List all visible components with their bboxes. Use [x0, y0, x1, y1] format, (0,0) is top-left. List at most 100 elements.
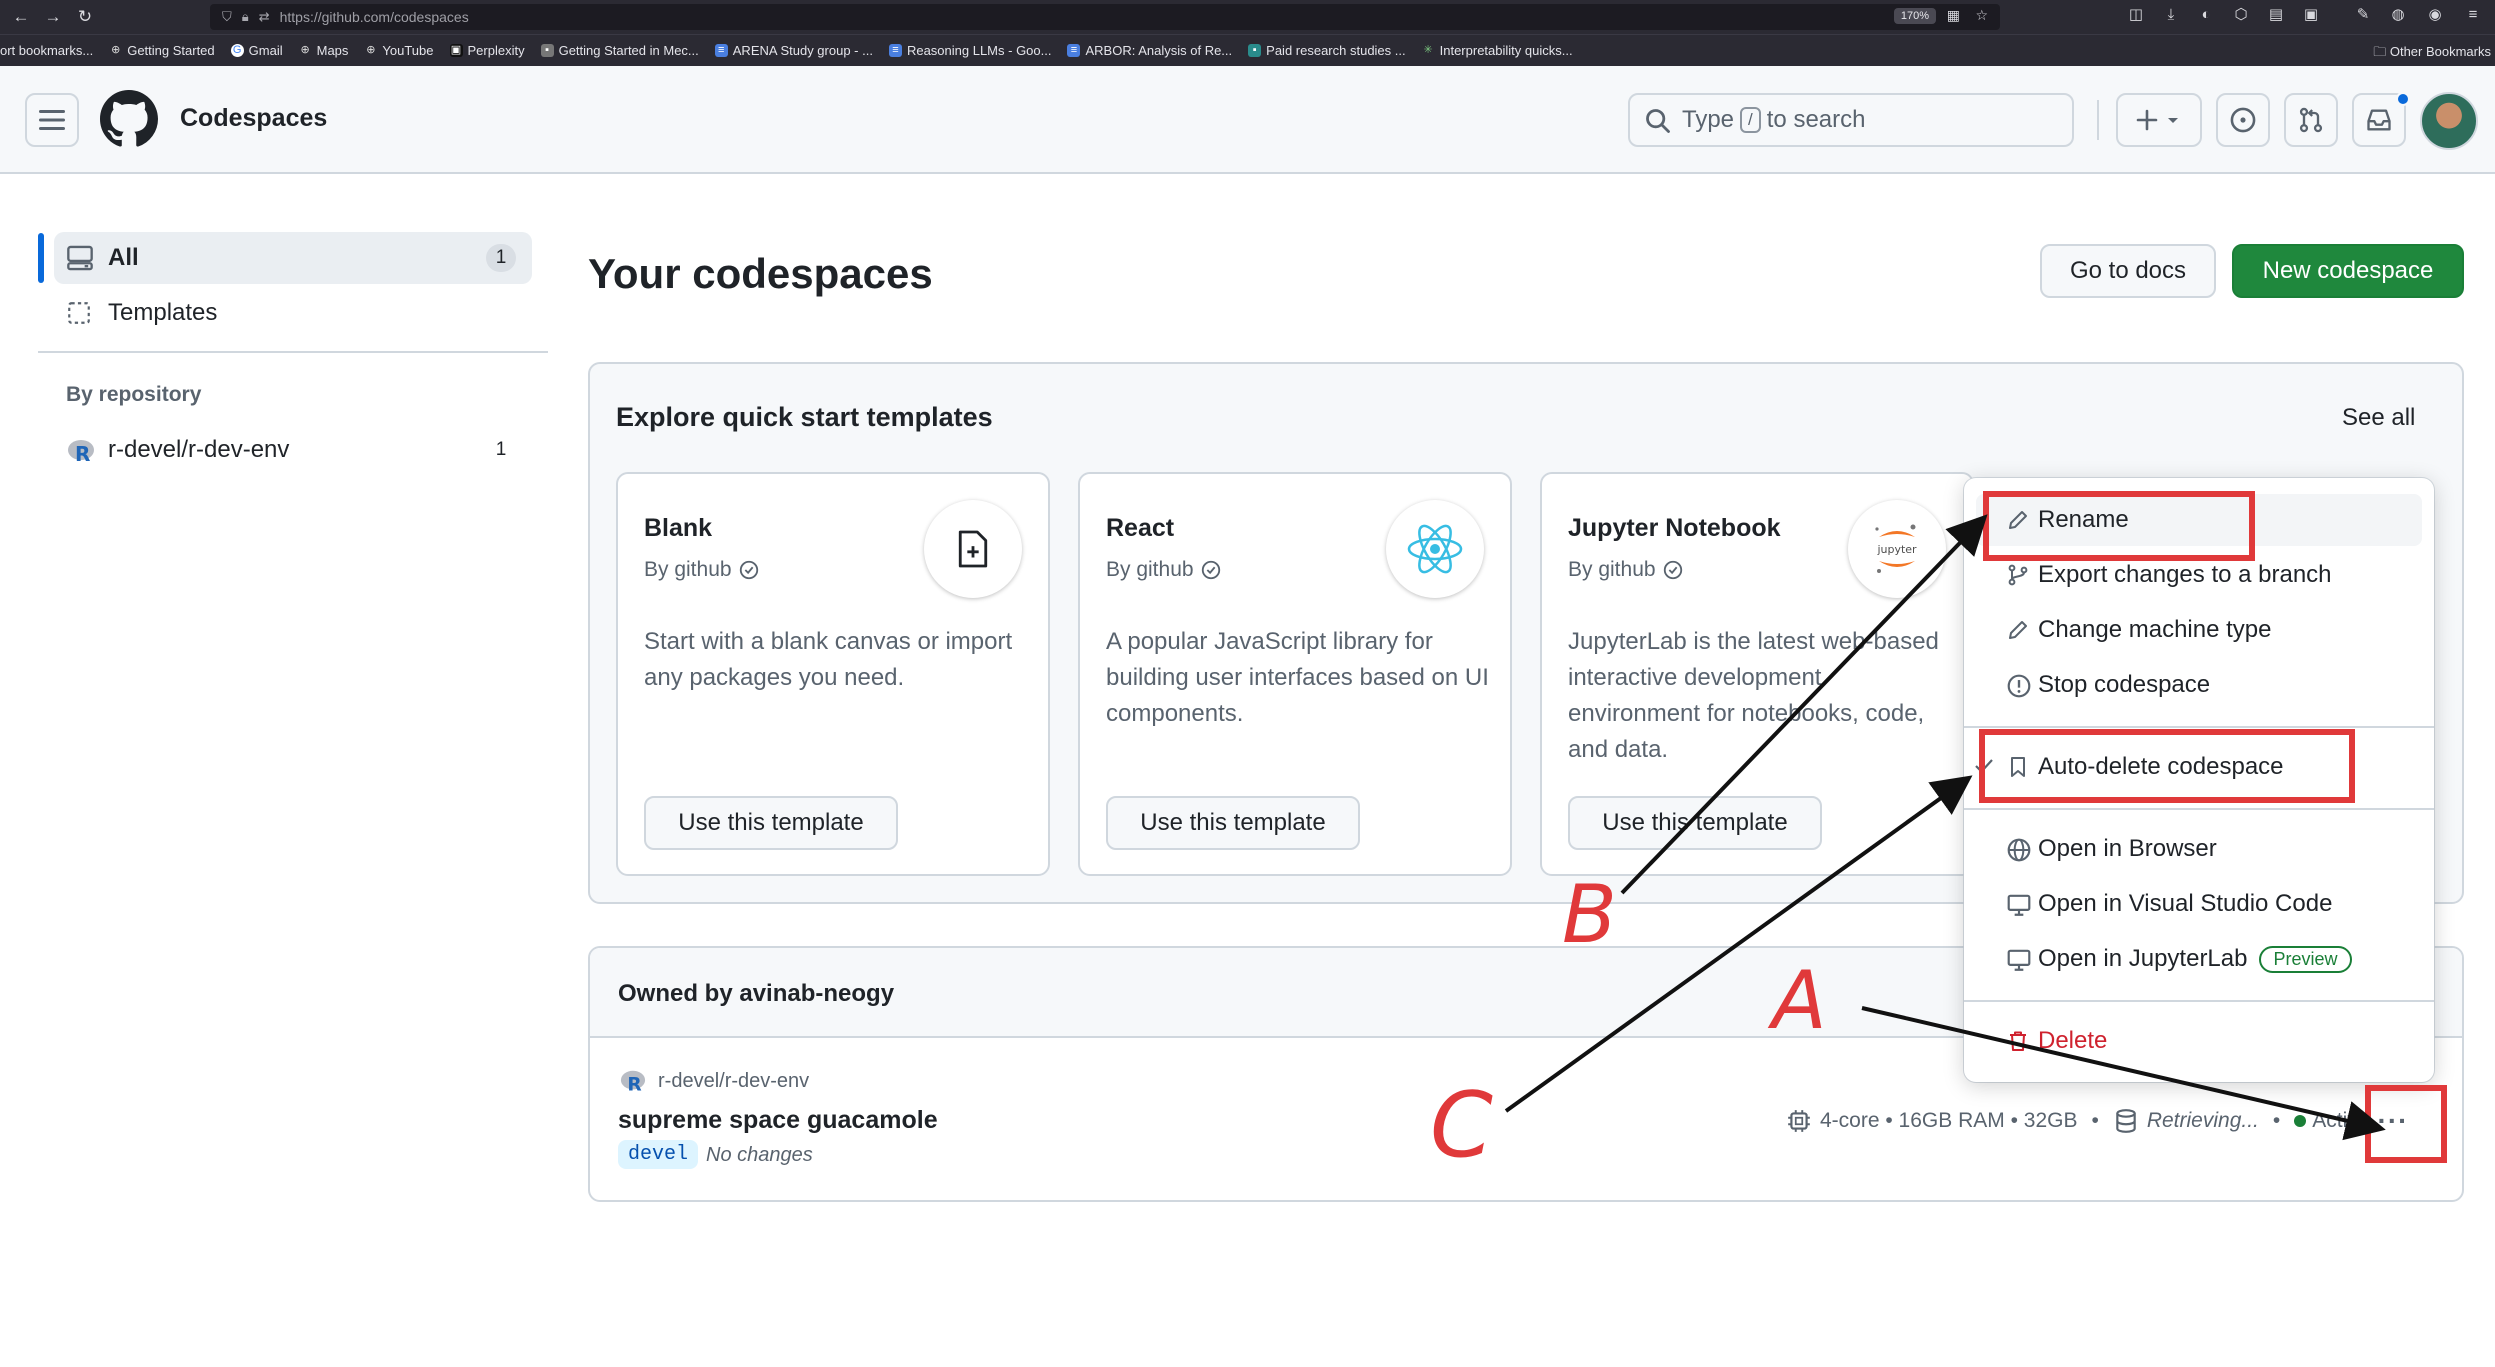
pencil-icon	[2009, 511, 2027, 529]
menu-item-change-machine[interactable]: Change machine type	[1976, 604, 2422, 656]
active-status-dot	[2294, 1115, 2307, 1127]
bookmark-star-icon[interactable]: ☆	[1975, 7, 1988, 24]
codespace-actions-button[interactable]: ···	[2366, 1094, 2420, 1148]
shield-icon: ⛉	[222, 9, 232, 24]
bookmark-item[interactable]: ⊕ Getting Started	[109, 43, 215, 58]
browser-toolbar: ← → ↻ ⛉ 🔒︎ ⇄ https://github.com/codespac…	[0, 0, 2495, 34]
bookmark-item[interactable]: ort bookmarks...	[0, 43, 93, 58]
go-to-docs-button[interactable]: Go to docs	[2040, 244, 2216, 298]
search-input[interactable]: Type / to search	[1628, 93, 2074, 147]
stop-icon	[2007, 674, 2031, 698]
pencil-icon	[2009, 621, 2027, 639]
address-bar[interactable]: ⛉ 🔒︎ ⇄ https://github.com/codespaces 170…	[210, 4, 2000, 30]
create-new-button[interactable]	[2116, 93, 2202, 147]
menu-item-export-branch[interactable]: Export changes to a branch	[1976, 549, 2422, 601]
bookmark-item[interactable]: ▪ Paid research studies ...	[1248, 43, 1406, 58]
github-logo-icon[interactable]	[100, 90, 158, 148]
extension-icon[interactable]: ⬡	[2233, 7, 2249, 23]
menu-icon[interactable]: ≡	[2465, 7, 2481, 23]
menu-divider	[1964, 808, 2434, 810]
bookmark-item[interactable]: ⊕ Maps	[299, 43, 349, 58]
trash-icon	[2010, 1031, 2026, 1051]
pull-requests-button[interactable]	[2284, 93, 2338, 147]
new-codespace-button[interactable]: New codespace	[2232, 244, 2464, 298]
extension-icon[interactable]: ◍	[2390, 7, 2406, 23]
hamburger-menu-button[interactable]	[25, 93, 79, 147]
bookmark-item[interactable]: ≡ Reasoning LLMs - Goo...	[888, 43, 1051, 58]
docs-icon: ≡	[714, 44, 728, 57]
bookmarks-bar: ort bookmarks... ⊕ Getting Started G Gmail…	[0, 34, 2495, 66]
template-author: By github	[1568, 558, 1684, 582]
template-description: A popular JavaScript library for buildin…	[1106, 628, 1489, 727]
use-template-button[interactable]: Use this template	[1106, 796, 1360, 850]
menu-item-open-jupyterlab[interactable]: Open in JupyterLab Preview	[1976, 933, 2422, 985]
template-card-react[interactable]: React By github A popular JavaScript lib…	[1078, 472, 1512, 876]
bookmark-item[interactable]: ✳ Interpretability quicks...	[1422, 43, 1573, 58]
extension-icon[interactable]: ◐	[2198, 7, 2214, 23]
reader-view-icon[interactable]: ▦	[1947, 7, 1960, 24]
see-all-link[interactable]: See all	[2342, 404, 2415, 432]
permissions-icon: ⇄	[258, 9, 270, 24]
download-icon[interactable]: ⤓	[2163, 7, 2179, 23]
template-logo	[924, 500, 1022, 598]
sidebar-item-all[interactable]: All 1	[54, 232, 532, 284]
bookmark-item[interactable]: ≡ ARENA Study group - ...	[714, 43, 873, 58]
svg-text:R: R	[75, 442, 90, 465]
globe-icon	[2007, 838, 2031, 862]
template-card-blank[interactable]: Blank By github Start with a blank canva…	[616, 472, 1050, 876]
owned-heading: Owned by avinab-neogy	[618, 980, 895, 1007]
other-bookmarks[interactable]: 🗀︎ Other Bookmarks	[2373, 43, 2491, 65]
verified-icon	[1663, 560, 1682, 580]
template-icon	[68, 302, 90, 324]
sidebar-item-repo[interactable]: R r-devel/r-dev-env 1	[54, 424, 532, 476]
template-author: By github	[644, 558, 760, 582]
sidebar-item-label: Templates	[108, 299, 218, 326]
page-context-title[interactable]: Codespaces	[180, 104, 327, 133]
bookmark-item[interactable]: ▣ Perplexity	[449, 43, 525, 58]
codespace-repo[interactable]: R r-devel/r-dev-env	[618, 1068, 809, 1094]
issues-button[interactable]	[2216, 93, 2270, 147]
menu-divider	[1964, 726, 2434, 728]
codespace-actions-menu: Rename Export changes to a branch Change…	[1964, 478, 2434, 1082]
verified-icon	[1201, 560, 1220, 580]
menu-item-stop[interactable]: Stop codespace	[1976, 659, 2422, 711]
react-logo-icon	[1407, 524, 1463, 574]
docs-icon: ≡	[888, 44, 902, 57]
bookmark-item[interactable]: ≡ ARBOR: Analysis of Re...	[1067, 43, 1232, 58]
bookmark-item[interactable]: G Gmail	[230, 43, 283, 58]
user-avatar[interactable]	[2420, 92, 2478, 150]
search-placeholder-prefix: Type	[1682, 106, 1735, 133]
bookmark-item[interactable]: ▪ Getting Started in Mec...	[540, 43, 699, 58]
storage-status: Retrieving...	[2146, 1109, 2259, 1132]
forward-icon[interactable]: →	[42, 7, 64, 27]
check-icon	[1975, 759, 1993, 774]
extension-icon[interactable]: ▣	[2303, 7, 2319, 23]
github-header: Codespaces Type / to search	[0, 66, 2495, 174]
menu-item-rename[interactable]: Rename	[1976, 494, 2422, 546]
hamburger-icon	[39, 110, 65, 130]
menu-item-auto-delete[interactable]: Auto-delete codespace	[1975, 741, 2422, 793]
use-template-button[interactable]: Use this template	[1568, 796, 1822, 850]
use-template-button[interactable]: Use this template	[644, 796, 898, 850]
menu-item-delete[interactable]: Delete	[1976, 1015, 2422, 1067]
pocket-icon[interactable]: ◫	[2128, 7, 2144, 23]
page-icon: ▪	[540, 44, 554, 57]
bookmark-item[interactable]: ⊕ YouTube	[364, 43, 433, 58]
perplexity-icon: ▣	[449, 44, 463, 57]
account-icon[interactable]: ◉	[2427, 7, 2443, 23]
svg-text:jupyter: jupyter	[1876, 543, 1917, 556]
back-icon[interactable]: ←	[10, 7, 32, 27]
menu-item-open-browser[interactable]: Open in Browser	[1976, 823, 2422, 875]
extension-icon[interactable]: ✎	[2355, 7, 2371, 23]
sidebar-item-templates[interactable]: Templates	[54, 287, 532, 339]
verified-icon	[739, 560, 758, 580]
cpu-icon	[1788, 1110, 1810, 1132]
codespace-name[interactable]: supreme space guacamole	[618, 1106, 938, 1135]
menu-item-open-vscode[interactable]: Open in Visual Studio Code	[1976, 878, 2422, 930]
reload-icon[interactable]: ↻	[74, 7, 96, 27]
branch-badge: devel	[618, 1140, 699, 1169]
zoom-badge[interactable]: 170%	[1893, 8, 1936, 24]
extension-icon[interactable]: ▤	[2268, 7, 2284, 23]
sparkle-icon: ✳	[1423, 44, 1433, 56]
template-card-jupyter[interactable]: Jupyter Notebook By github JupyterLab is…	[1540, 472, 1974, 876]
